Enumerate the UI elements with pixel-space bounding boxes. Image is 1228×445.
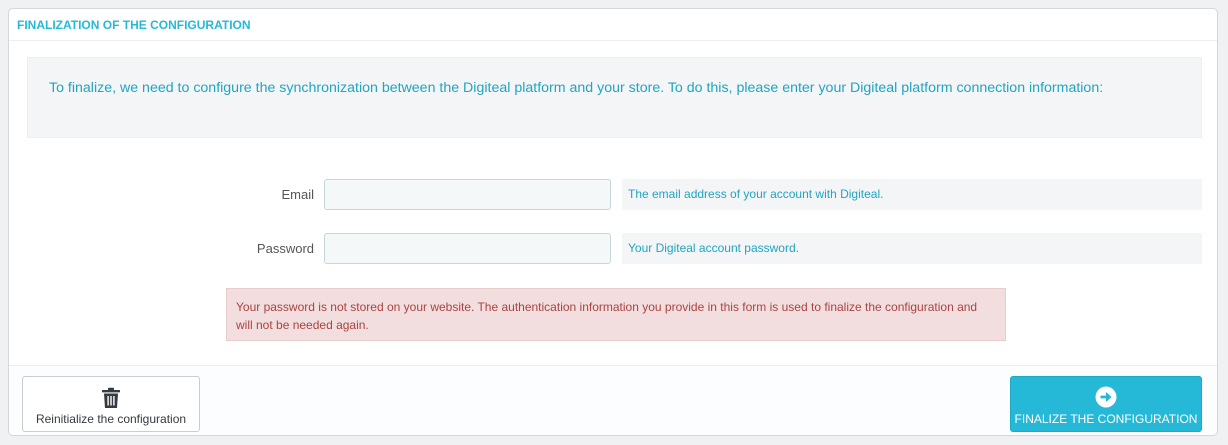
password-label: Password	[256, 241, 314, 256]
finalize-button[interactable]: FINALIZE THE CONFIGURATION	[1010, 376, 1202, 432]
reinitialize-button[interactable]: Reinitialize the configuration	[22, 376, 200, 432]
reinitialize-button-label: Reinitialize the configuration	[35, 412, 187, 426]
email-label: Email	[281, 187, 314, 202]
password-row: Password Your Digiteal account password.	[9, 233, 1217, 265]
password-help-text: Your Digiteal account password.	[622, 233, 1202, 264]
email-field[interactable]	[324, 179, 611, 210]
intro-info-box: To finalize, we need to configure the sy…	[27, 57, 1202, 138]
trash-icon	[102, 387, 120, 408]
alert-text: Your password is not stored on your webs…	[236, 300, 978, 332]
password-field[interactable]	[324, 233, 611, 264]
finalize-button-label: FINALIZE THE CONFIGURATION	[1014, 412, 1198, 426]
intro-text: To finalize, we need to configure the sy…	[49, 80, 1104, 96]
configuration-panel: FINALIZATION OF THE CONFIGURATION To fin…	[8, 8, 1218, 436]
panel-title: FINALIZATION OF THE CONFIGURATION	[9, 9, 1217, 41]
panel-footer: Reinitialize the configuration FINALIZE …	[9, 365, 1217, 435]
password-notice-alert: Your password is not stored on your webs…	[226, 288, 1006, 341]
arrow-circle-right-icon	[1095, 386, 1117, 408]
email-row: Email The email address of your account …	[9, 179, 1217, 211]
email-help-text: The email address of your account with D…	[622, 179, 1202, 210]
